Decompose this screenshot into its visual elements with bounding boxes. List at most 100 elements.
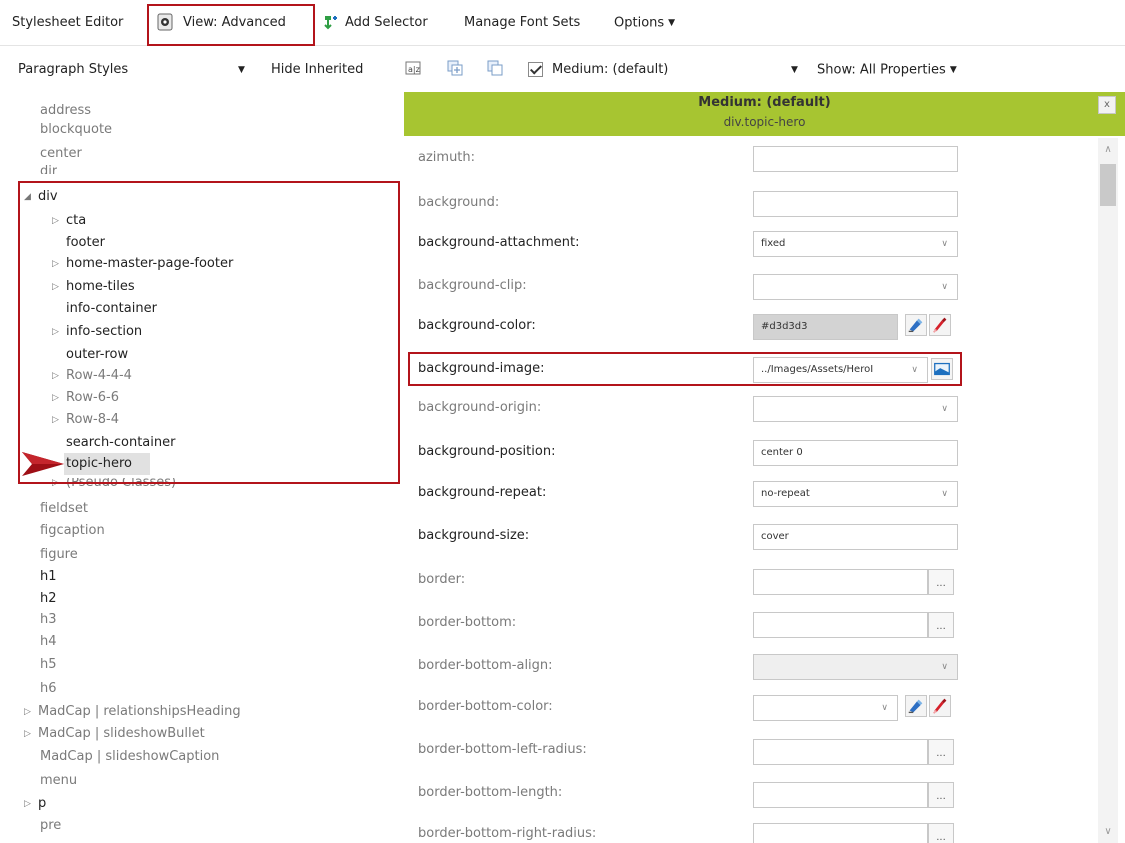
tree-item-label: MadCap | relationshipsHeading (38, 704, 241, 719)
border-bottom-align-select[interactable]: ∨ (753, 654, 958, 680)
add-selector-button[interactable]: Add Selector (345, 0, 428, 46)
panel-header: Medium: (default) div.topic-hero x (404, 92, 1125, 136)
panel-subtitle: div.topic-hero (723, 115, 806, 129)
border-input[interactable] (753, 569, 928, 595)
property-value: ../Images/Assets/HeroI (761, 364, 874, 375)
property-value: no-repeat (761, 488, 810, 499)
styles-dropdown[interactable]: Paragraph Styles (18, 50, 128, 90)
background-origin-select[interactable]: ∨ (753, 396, 958, 422)
secondary-toolbar: Paragraph Styles ▼ Hide Inherited a|z Me… (0, 50, 1125, 90)
tree-item-madcap-slideshowcaption[interactable]: MadCap | slideshowCaption (40, 746, 219, 768)
medium-dropdown-arrow-icon[interactable]: ▼ (791, 50, 798, 90)
color-picker-icon[interactable] (905, 695, 927, 717)
manage-font-sets-button[interactable]: Manage Font Sets (464, 0, 580, 46)
tree-item-label: p (38, 796, 47, 811)
property-label: background-color: (418, 318, 536, 333)
property-row-border-bottom-length: border-bottom-length: ... (404, 775, 1096, 816)
chevron-down-icon: ∨ (941, 282, 948, 292)
property-row-background-size: background-size: cover (404, 518, 1096, 559)
property-row-background-origin: background-origin: ∨ (404, 390, 1096, 431)
background-clip-select[interactable]: ∨ (753, 274, 958, 300)
scroll-up-arrow-icon[interactable]: ∧ (1098, 140, 1118, 160)
ellipsis-button[interactable]: ... (928, 612, 954, 638)
border-bottom-color-select[interactable]: ∨ (753, 695, 898, 721)
tree-item-label: h3 (40, 612, 57, 627)
image-browse-icon[interactable] (931, 358, 953, 380)
property-label: border-bottom-color: (418, 699, 553, 714)
expand-arrow-icon[interactable]: ▷ (24, 793, 38, 815)
medium-dropdown[interactable]: Medium: (default) (552, 50, 668, 90)
add-copy-icon[interactable] (447, 60, 463, 76)
ellipsis-button[interactable]: ... (928, 823, 954, 843)
copy-icon[interactable] (487, 60, 503, 76)
add-selector-icon[interactable] (322, 14, 338, 30)
tree-item-p[interactable]: ▷ p (24, 793, 46, 815)
options-label: Options (614, 15, 665, 31)
chevron-down-icon: ∨ (941, 404, 948, 414)
scroll-down-arrow-icon[interactable]: ∨ (1098, 822, 1118, 842)
tree-item-label: center (40, 146, 82, 161)
close-button[interactable]: x (1098, 96, 1116, 114)
tree-item-fieldset[interactable]: fieldset (40, 498, 88, 520)
expand-arrow-icon[interactable]: ▷ (24, 723, 38, 745)
chevron-down-icon: ∨ (941, 239, 948, 249)
color-picker-icon[interactable] (905, 314, 927, 336)
background-color-select[interactable]: #d3d3d3∨ (753, 314, 919, 340)
tree-item-h1[interactable]: h1 (40, 566, 57, 588)
property-label: background-image: (418, 361, 545, 376)
styles-dropdown-arrow-icon[interactable]: ▼ (238, 50, 245, 90)
expand-arrow-icon[interactable]: ▷ (24, 701, 38, 723)
property-label: background-clip: (418, 278, 527, 293)
property-row-border-bottom: border-bottom: ... (404, 605, 1096, 646)
background-position-input[interactable]: center 0 (753, 440, 958, 466)
scrollbar-thumb[interactable] (1100, 164, 1116, 206)
chevron-down-icon: ∨ (881, 703, 888, 713)
ellipsis-button[interactable]: ... (928, 782, 954, 808)
property-row-border-bottom-right-radius: border-bottom-right-radius: ... (404, 816, 1096, 843)
svg-text:a|z: a|z (408, 65, 420, 74)
view-eye-icon[interactable] (156, 13, 174, 31)
show-properties-dropdown[interactable]: Show: All Properties ▼ (817, 50, 957, 90)
tree-item-h2[interactable]: h2 (40, 588, 57, 610)
border-bottom-length-input[interactable] (753, 782, 928, 808)
tree-item-label: h4 (40, 634, 57, 649)
ellipsis-button[interactable]: ... (928, 739, 954, 765)
background-size-input[interactable]: cover (753, 524, 958, 550)
tree-item-madcap-relationshipsheading[interactable]: ▷ MadCap | relationshipsHeading (24, 701, 241, 723)
background-repeat-select[interactable]: no-repeat ∨ (753, 481, 958, 507)
background-image-select[interactable]: ../Images/Assets/HeroI ∨ (753, 357, 928, 383)
text-format-icon[interactable]: a|z (405, 60, 421, 76)
hide-inherited-button[interactable]: Hide Inherited (271, 50, 363, 90)
property-label: background: (418, 195, 500, 210)
eyedropper-icon[interactable] (929, 314, 951, 336)
background-input[interactable] (753, 191, 958, 217)
property-value: fixed (761, 238, 786, 249)
property-row-border-bottom-align: border-bottom-align: ∨ (404, 648, 1096, 689)
tree-item-h3[interactable]: h3 (40, 609, 57, 631)
panel-title: Medium: (default) (698, 95, 831, 110)
ellipsis-button[interactable]: ... (928, 569, 954, 595)
border-bottom-input[interactable] (753, 612, 928, 638)
eyedropper-icon[interactable] (929, 695, 951, 717)
tree-item-menu[interactable]: menu (40, 770, 77, 792)
border-bottom-left-radius-input[interactable] (753, 739, 928, 765)
tree-item-label: figcaption (40, 523, 105, 538)
tree-item-figcaption[interactable]: figcaption (40, 520, 105, 542)
medium-checkbox[interactable] (528, 62, 543, 77)
tree-item-h5[interactable]: h5 (40, 654, 57, 676)
tree-item-blockquote[interactable]: blockquote (40, 119, 112, 141)
tree-item-madcap-slideshowbullet[interactable]: ▷ MadCap | slideshowBullet (24, 723, 205, 745)
background-attachment-select[interactable]: fixed ∨ (753, 231, 958, 257)
azimuth-input[interactable] (753, 146, 958, 172)
tree-item-pre[interactable]: pre (40, 815, 61, 837)
tree-item-figure[interactable]: figure (40, 544, 78, 566)
border-bottom-right-radius-input[interactable] (753, 823, 928, 843)
tree-item-dir[interactable]: dir (40, 161, 57, 174)
tree-item-h6[interactable]: h6 (40, 678, 57, 700)
options-menu[interactable]: Options ▼ (614, 0, 675, 46)
vertical-scrollbar[interactable] (1098, 138, 1118, 843)
tree-item-h4[interactable]: h4 (40, 631, 57, 653)
property-label: border: (418, 572, 466, 587)
property-label: azimuth: (418, 150, 476, 165)
view-advanced-button[interactable]: View: Advanced (183, 0, 286, 46)
